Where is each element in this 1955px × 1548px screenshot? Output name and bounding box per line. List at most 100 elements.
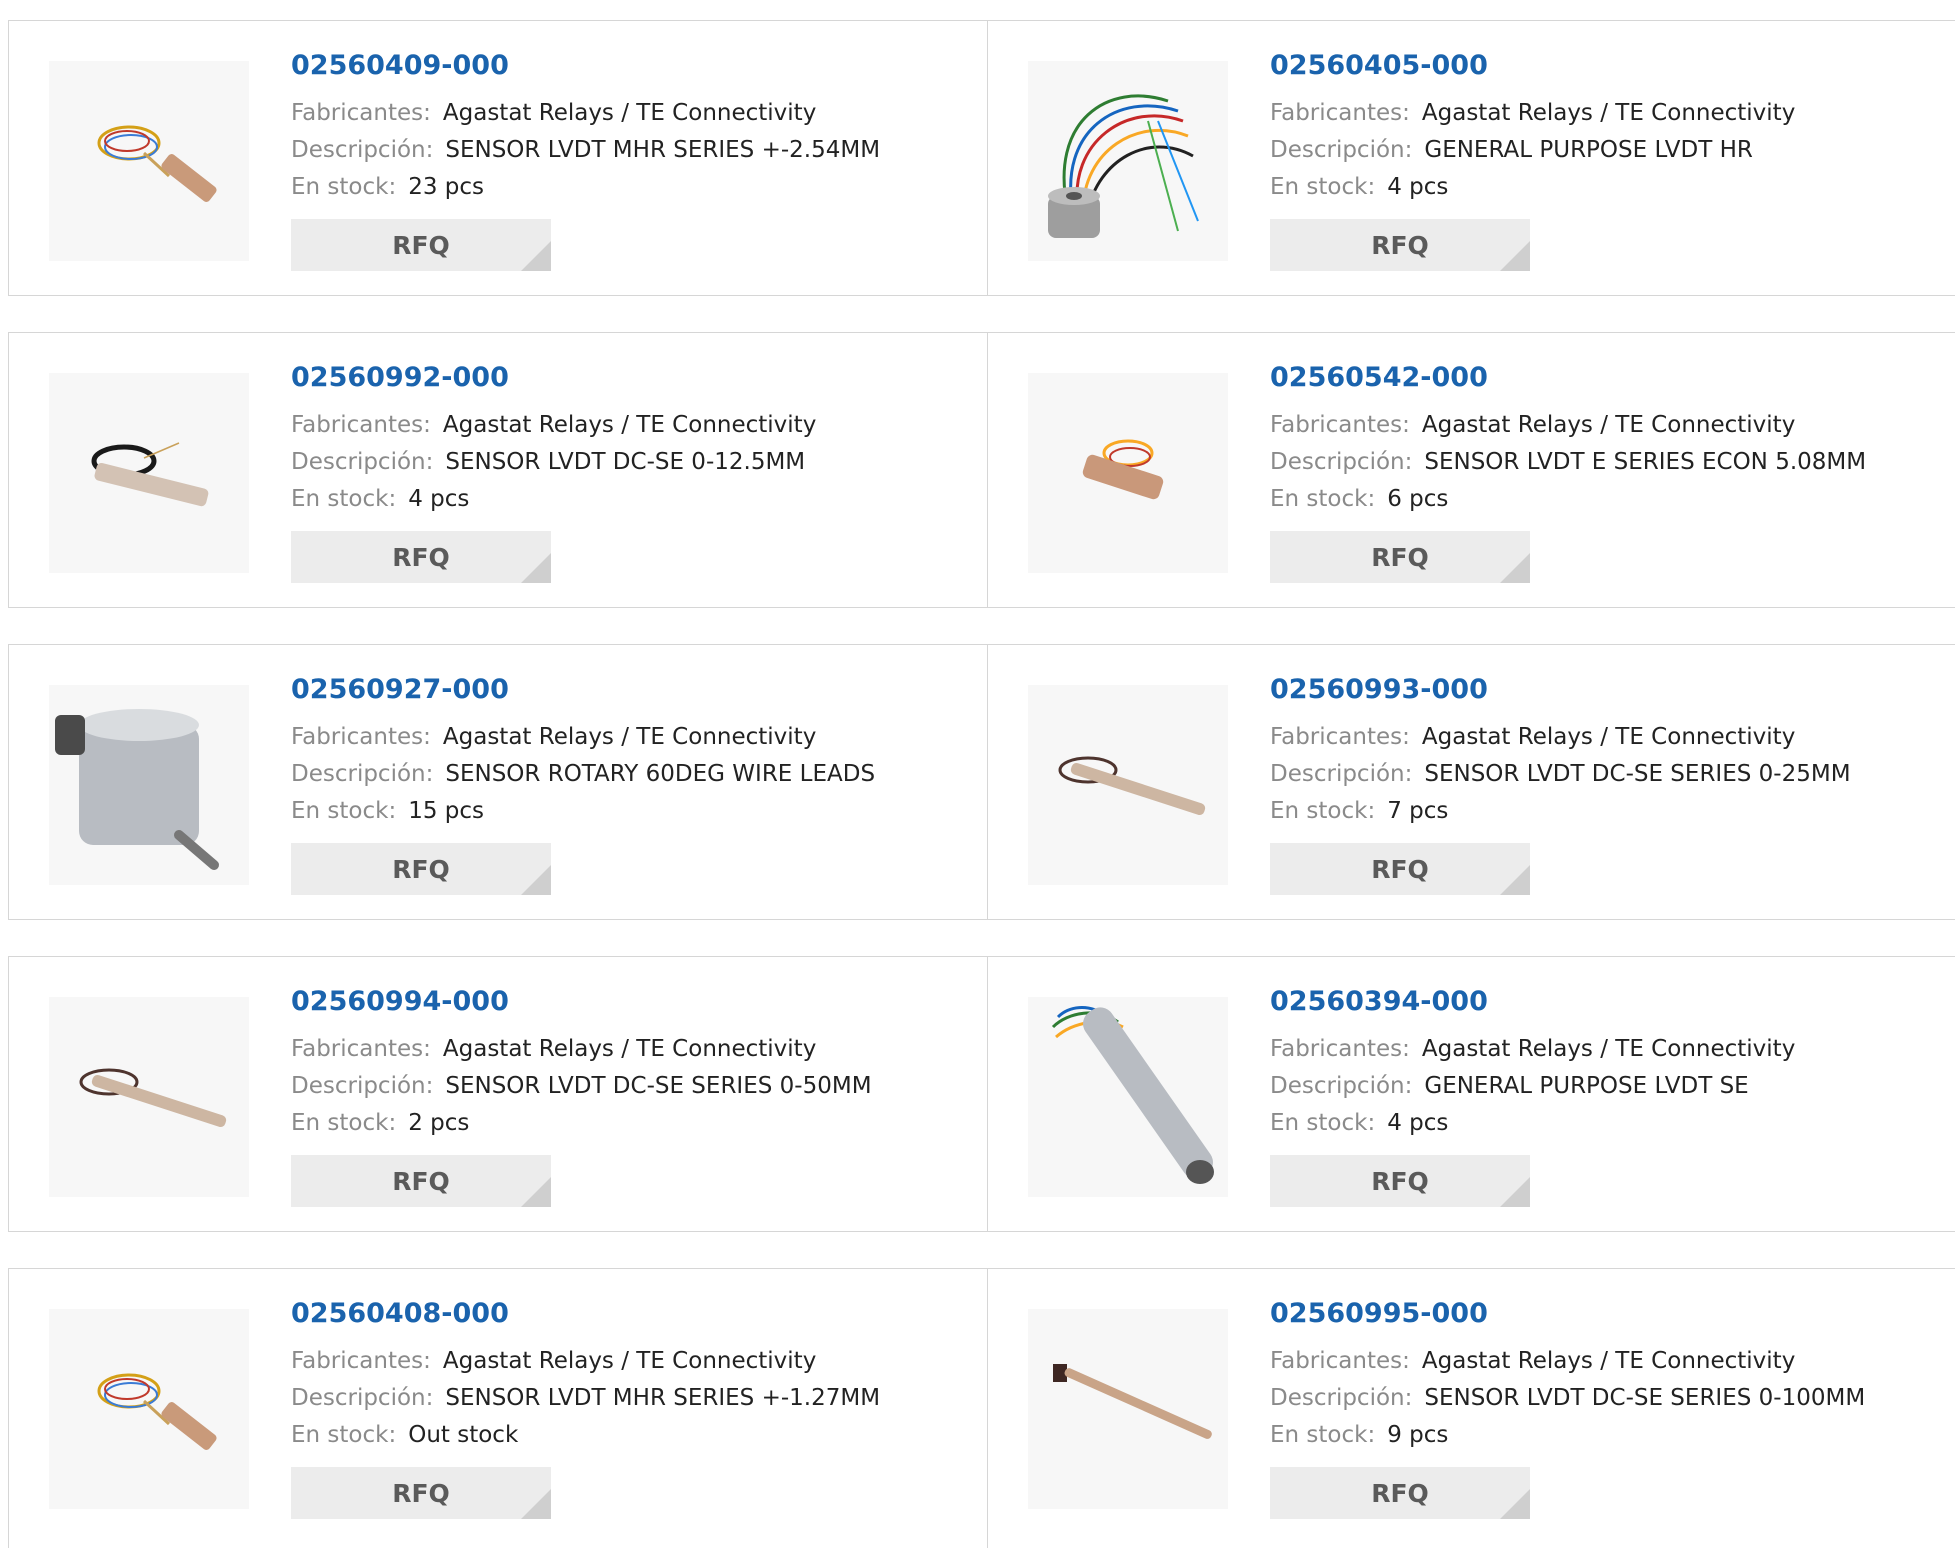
rfq-button-label: RFQ [1371, 542, 1429, 572]
long-lvdt-brown-cable-icon [79, 1068, 227, 1128]
part-number-link[interactable]: 02560994-000 [291, 985, 977, 1019]
product-info: 02560394-000 Fabricantes: Agastat Relays … [1270, 985, 1955, 1207]
manufacturer-label: Fabricantes: [291, 724, 431, 750]
rfq-button[interactable]: RFQ [291, 1155, 551, 1207]
part-number-link[interactable]: 02560992-000 [291, 361, 977, 395]
description-row: Descripción: SENSOR LVDT E SERIES ECON 5.… [1270, 444, 1955, 481]
product-info: 02560542-000 Fabricantes: Agastat Relays … [1270, 361, 1955, 583]
manufacturer-row: Fabricantes: Agastat Relays / TE Connecti… [291, 1031, 977, 1068]
description-value: SENSOR ROTARY 60DEG WIRE LEADS [445, 761, 876, 787]
product-image-link[interactable] [49, 61, 249, 261]
description-row: Descripción: SENSOR LVDT MHR SERIES +-1.2… [291, 1380, 977, 1417]
product-image-link[interactable] [1028, 61, 1228, 261]
rfq-button[interactable]: RFQ [291, 1467, 551, 1519]
manufacturer-label: Fabricantes: [291, 100, 431, 126]
manufacturer-label: Fabricantes: [1270, 1036, 1410, 1062]
description-value: SENSOR LVDT MHR SERIES +-2.54MM [445, 137, 881, 163]
description-row: Descripción: GENERAL PURPOSE LVDT SE [1270, 1068, 1955, 1105]
product-row: 02560408-000 Fabricantes: Agastat Relays … [8, 1268, 1955, 1548]
stock-label: En stock: [291, 174, 397, 200]
product-image-link[interactable] [1028, 685, 1228, 885]
product-info: 02560993-000 Fabricantes: Agastat Relays … [1270, 673, 1955, 895]
stock-row: En stock: 15 pcs [291, 793, 977, 830]
rfq-button[interactable]: RFQ [291, 843, 551, 895]
rfq-button-label: RFQ [392, 542, 450, 572]
product-info: 02560409-000 Fabricantes: Agastat Relays … [291, 49, 977, 271]
rfq-button[interactable]: RFQ [1270, 219, 1530, 271]
rfq-button[interactable]: RFQ [291, 531, 551, 583]
stock-label: En stock: [291, 1110, 397, 1136]
part-number-link[interactable]: 02560405-000 [1270, 49, 1955, 83]
large-lvdt-tube-icon [1051, 1006, 1214, 1184]
corner-fold-icon [1500, 553, 1530, 583]
rfq-button[interactable]: RFQ [291, 219, 551, 271]
stock-label: En stock: [1270, 798, 1376, 824]
stock-value: 9 pcs [1387, 1422, 1449, 1448]
manufacturer-label: Fabricantes: [291, 1036, 431, 1062]
product-image-link[interactable] [1028, 997, 1228, 1197]
part-number-link[interactable]: 02560542-000 [1270, 361, 1955, 395]
product-row: 02560409-000 Fabricantes: Agastat Relays … [8, 20, 1955, 296]
stock-value: 4 pcs [1387, 174, 1449, 200]
description-value: SENSOR LVDT DC-SE SERIES 0-50MM [445, 1073, 872, 1099]
description-label: Descripción: [291, 1385, 434, 1411]
manufacturer-label: Fabricantes: [291, 412, 431, 438]
product-info: 02560995-000 Fabricantes: Agastat Relays … [1270, 1297, 1955, 1519]
manufacturer-row: Fabricantes: Agastat Relays / TE Connecti… [1270, 719, 1955, 756]
product-row: 02560994-000 Fabricantes: Agastat Relays … [8, 956, 1955, 1232]
description-label: Descripción: [291, 449, 434, 475]
rfq-button[interactable]: RFQ [1270, 843, 1530, 895]
manufacturer-value: Agastat Relays / TE Connectivity [1421, 100, 1796, 126]
product-image-link[interactable] [49, 997, 249, 1197]
product-card: 02560542-000 Fabricantes: Agastat Relays … [988, 333, 1955, 607]
product-card: 02560408-000 Fabricantes: Agastat Relays … [9, 1269, 988, 1548]
short-lvdt-coiled-wires-icon [1082, 439, 1164, 500]
manufacturer-value: Agastat Relays / TE Connectivity [442, 100, 817, 126]
product-card: 02560995-000 Fabricantes: Agastat Relays … [988, 1269, 1955, 1548]
rfq-button[interactable]: RFQ [1270, 1467, 1530, 1519]
stock-row: En stock: 2 pcs [291, 1105, 977, 1142]
description-row: Descripción: SENSOR ROTARY 60DEG WIRE LEA… [291, 756, 977, 793]
part-number-link[interactable]: 02560408-000 [291, 1297, 977, 1331]
product-image-link[interactable] [1028, 373, 1228, 573]
stock-row: En stock: 6 pcs [1270, 481, 1955, 518]
stock-row: En stock: 4 pcs [1270, 1105, 1955, 1142]
rfq-button-label: RFQ [1371, 1166, 1429, 1196]
part-number-link[interactable]: 02560394-000 [1270, 985, 1955, 1019]
stock-value: 7 pcs [1387, 798, 1449, 824]
stock-value: 23 pcs [408, 174, 485, 200]
stock-row: En stock: 7 pcs [1270, 793, 1955, 830]
product-info: 02560994-000 Fabricantes: Agastat Relays … [291, 985, 977, 1207]
manufacturer-value: Agastat Relays / TE Connectivity [1421, 1348, 1796, 1374]
product-image-link[interactable] [49, 685, 249, 885]
manufacturer-row: Fabricantes: Agastat Relays / TE Connecti… [291, 1343, 977, 1380]
manufacturer-value: Agastat Relays / TE Connectivity [442, 724, 817, 750]
stock-value: 15 pcs [408, 798, 485, 824]
stock-value: 2 pcs [408, 1110, 470, 1136]
part-number-link[interactable]: 02560993-000 [1270, 673, 1955, 707]
description-value: GENERAL PURPOSE LVDT SE [1424, 1073, 1749, 1099]
description-label: Descripción: [291, 1073, 434, 1099]
description-label: Descripción: [1270, 137, 1413, 163]
corner-fold-icon [521, 1489, 551, 1519]
manufacturer-row: Fabricantes: Agastat Relays / TE Connecti… [1270, 1031, 1955, 1068]
corner-fold-icon [1500, 1177, 1530, 1207]
product-image-link[interactable] [1028, 1309, 1228, 1509]
manufacturer-row: Fabricantes: Agastat Relays / TE Connecti… [1270, 407, 1955, 444]
description-value: GENERAL PURPOSE LVDT HR [1424, 137, 1753, 163]
rfq-button-label: RFQ [392, 854, 450, 884]
rfq-button[interactable]: RFQ [1270, 531, 1530, 583]
description-value: SENSOR LVDT DC-SE SERIES 0-25MM [1424, 761, 1851, 787]
part-number-link[interactable]: 02560927-000 [291, 673, 977, 707]
rfq-button[interactable]: RFQ [1270, 1155, 1530, 1207]
product-card: 02560927-000 Fabricantes: Agastat Relays … [9, 645, 988, 919]
description-label: Descripción: [1270, 1073, 1413, 1099]
part-number-link[interactable]: 02560995-000 [1270, 1297, 1955, 1331]
product-image-link[interactable] [49, 373, 249, 573]
stock-row: En stock: 4 pcs [1270, 169, 1955, 206]
product-row: 02560927-000 Fabricantes: Agastat Relays … [8, 644, 1955, 920]
rotary-sensor-cylinder-icon [55, 709, 219, 870]
part-number-link[interactable]: 02560409-000 [291, 49, 977, 83]
manufacturer-value: Agastat Relays / TE Connectivity [442, 1036, 817, 1062]
product-image-link[interactable] [49, 1309, 249, 1509]
